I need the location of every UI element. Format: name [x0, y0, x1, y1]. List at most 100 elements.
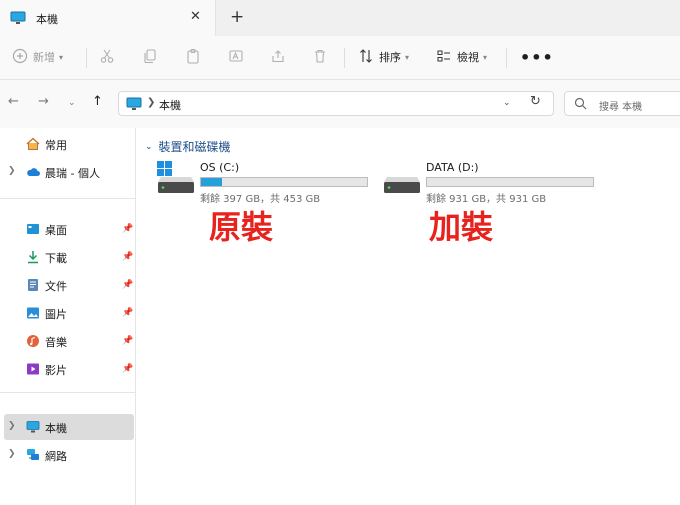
document-icon — [26, 278, 40, 292]
breadcrumb[interactable]: 本機 — [159, 97, 181, 113]
search-placeholder: 搜尋 本機 — [599, 102, 643, 113]
sidebar-item-label: 常用 — [45, 139, 67, 152]
tab-this-pc[interactable]: 本機 ✕ — [0, 0, 216, 36]
sidebar-item-desktop[interactable]: 桌面 📌 — [4, 216, 134, 242]
pin-icon[interactable]: 📌 — [122, 280, 133, 290]
divider — [86, 48, 87, 68]
drive-name: DATA (D:) — [426, 161, 479, 174]
back-arrow-icon[interactable]: ← — [8, 94, 19, 109]
hard-drive-icon — [382, 160, 422, 199]
sidebar-item-network[interactable]: ❯ 網路 — [4, 442, 134, 468]
chevron-right-icon[interactable]: ❯ — [8, 449, 16, 459]
navigation-pane: 常用 ❯ 晨瑞 - 個人 桌面 📌 下載 📌 文件 📌 圖片 📌 音樂 📌 影片… — [0, 128, 136, 505]
sidebar-item-documents[interactable]: 文件 📌 — [4, 272, 134, 298]
os-drive-icon — [156, 160, 196, 199]
chevron-down-icon: ▾ — [405, 52, 410, 62]
recent-locations-icon[interactable]: ⌄ — [68, 98, 76, 108]
annotation-added: 加裝 — [429, 208, 494, 246]
divider — [344, 48, 345, 68]
up-arrow-icon[interactable]: ↑ — [92, 94, 103, 109]
more-options-button[interactable]: ••• — [520, 48, 554, 67]
new-button[interactable]: 新增 ▾ — [12, 46, 63, 68]
breadcrumb-chevron-icon[interactable]: ❯ — [147, 97, 155, 108]
clipboard-icon — [185, 48, 201, 67]
sidebar-item-videos[interactable]: 影片 📌 — [4, 356, 134, 382]
new-tab-button[interactable]: + — [230, 7, 244, 27]
tab-title: 本機 — [36, 13, 58, 26]
music-icon — [26, 334, 40, 348]
refresh-icon[interactable]: ↻ — [530, 94, 541, 109]
group-header[interactable]: ⌄ 裝置和磁碟機 — [145, 138, 231, 155]
sort-label: 排序 — [379, 51, 401, 64]
view-button[interactable]: 檢視 ▾ — [436, 46, 487, 68]
pin-icon[interactable]: 📌 — [122, 308, 133, 318]
pin-icon[interactable]: 📌 — [122, 224, 133, 234]
sidebar-item-label: 晨瑞 - 個人 — [45, 167, 100, 180]
divider — [0, 392, 136, 393]
monitor-icon — [126, 97, 142, 114]
home-icon — [26, 137, 40, 151]
annotation-original: 原裝 — [209, 208, 274, 246]
drive-name: OS (C:) — [200, 161, 240, 174]
divider — [0, 198, 136, 199]
download-icon — [26, 250, 40, 264]
drive-usage-fill — [201, 178, 222, 186]
pin-icon[interactable]: 📌 — [122, 336, 133, 346]
sidebar-item-label: 音樂 — [45, 336, 67, 349]
rename-button[interactable] — [228, 46, 244, 68]
paste-button[interactable] — [185, 46, 201, 68]
sidebar-item-this-pc[interactable]: ❯ 本機 — [4, 414, 134, 440]
copy-button[interactable] — [142, 46, 158, 68]
sidebar-item-home[interactable]: 常用 — [4, 131, 134, 157]
chevron-right-icon[interactable]: ❯ — [8, 421, 16, 431]
sidebar-item-onedrive[interactable]: ❯ 晨瑞 - 個人 — [4, 159, 134, 185]
sidebar-item-label: 下載 — [45, 252, 67, 265]
share-button[interactable] — [270, 46, 286, 68]
pictures-icon — [26, 306, 40, 320]
chevron-down-icon: ▾ — [59, 52, 64, 62]
sidebar-item-label: 網路 — [45, 450, 67, 463]
network-icon — [26, 448, 40, 462]
sidebar-item-label: 文件 — [45, 280, 67, 293]
sidebar-item-label: 圖片 — [45, 308, 67, 321]
chevron-down-icon[interactable]: ⌄ — [503, 98, 511, 108]
forward-arrow-icon[interactable]: → — [38, 94, 49, 109]
sidebar-item-downloads[interactable]: 下載 📌 — [4, 244, 134, 270]
close-tab-icon[interactable]: ✕ — [190, 9, 201, 24]
new-label: 新增 — [33, 51, 55, 64]
search-icon — [574, 97, 587, 113]
divider — [506, 48, 507, 68]
search-input[interactable]: 搜尋 本機 — [564, 91, 680, 116]
chevron-right-icon[interactable]: ❯ — [8, 166, 16, 176]
drive-usage-bar — [200, 177, 368, 187]
drive-usage-bar — [426, 177, 594, 187]
sort-button[interactable]: 排序 ▾ — [358, 46, 409, 68]
navigation-bar: ← → ⌄ ↑ ❯ 本機 ⌄ ↻ 搜尋 本機 — [0, 80, 680, 128]
cut-button[interactable] — [99, 46, 115, 68]
chevron-down-icon[interactable]: ⌄ — [145, 142, 153, 152]
view-list-icon — [436, 48, 452, 67]
desktop-icon — [26, 222, 40, 236]
file-view: ⌄ 裝置和磁碟機 OS (C:) 剩餘 397 GB，共 453 GB DATA… — [137, 128, 680, 505]
address-bar[interactable]: ❯ 本機 ⌄ — [118, 91, 554, 116]
sidebar-item-pictures[interactable]: 圖片 📌 — [4, 300, 134, 326]
this-pc-icon — [26, 420, 40, 434]
drive-item-d[interactable]: DATA (D:) 剩餘 931 GB，共 931 GB — [382, 160, 614, 210]
sidebar-item-label: 影片 — [45, 364, 67, 377]
plus-circle-icon — [12, 48, 28, 67]
group-title: 裝置和磁碟機 — [158, 140, 231, 154]
view-label: 檢視 — [457, 51, 479, 64]
scissors-icon — [99, 48, 115, 67]
monitor-icon — [10, 11, 26, 28]
copy-icon — [142, 48, 158, 67]
sidebar-item-label: 桌面 — [45, 224, 67, 237]
sidebar-item-music[interactable]: 音樂 📌 — [4, 328, 134, 354]
cloud-icon — [26, 165, 40, 179]
pin-icon[interactable]: 📌 — [122, 252, 133, 262]
pin-icon[interactable]: 📌 — [122, 364, 133, 374]
delete-button[interactable] — [312, 46, 328, 68]
share-icon — [270, 48, 286, 67]
rename-icon — [228, 48, 244, 67]
chevron-down-icon: ▾ — [483, 52, 488, 62]
tab-bar: 本機 ✕ + — [0, 0, 680, 36]
